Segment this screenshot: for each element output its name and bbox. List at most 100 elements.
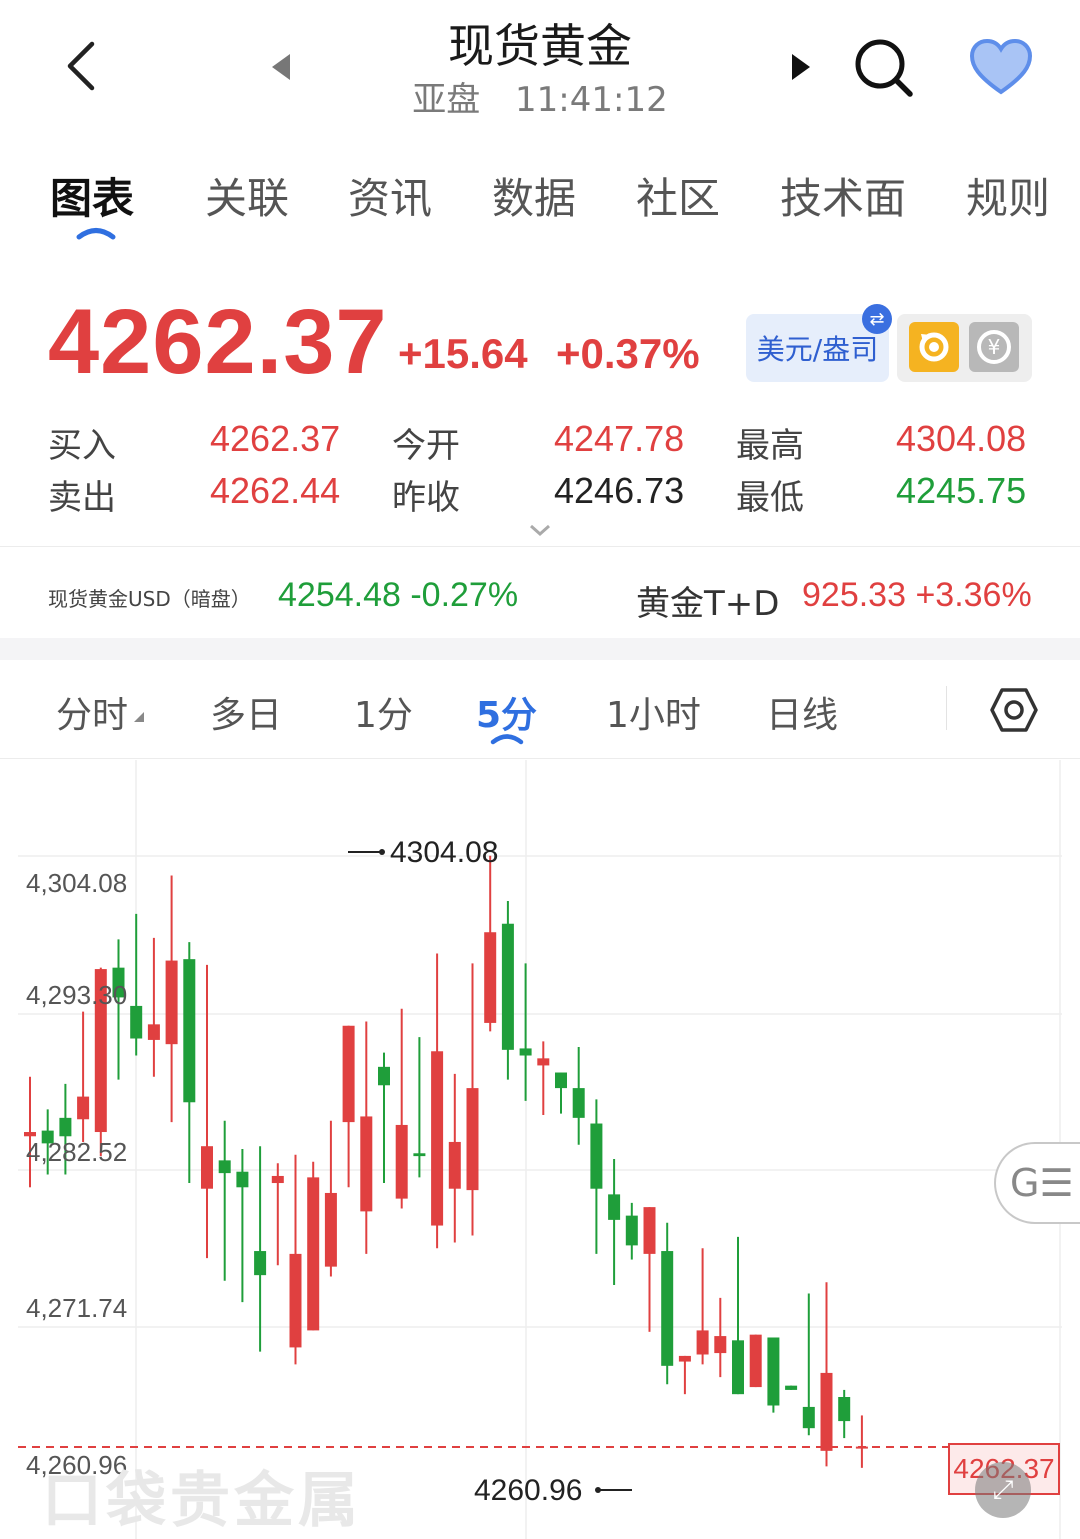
period-4[interactable]: 1小时 — [606, 686, 701, 738]
tab-2[interactable]: 资讯 — [348, 165, 432, 226]
candle-body — [183, 959, 196, 1103]
price-change: +15.64 — [398, 330, 528, 377]
candlestick-chart[interactable] — [0, 760, 1080, 1539]
candle-body — [342, 1025, 355, 1123]
related-right-label[interactable]: 黄金T+D — [636, 576, 779, 625]
related-right-value[interactable]: 925.33 +3.36% — [802, 576, 1032, 615]
high-marker-label: 4304.08 — [390, 836, 499, 869]
refresh-icon[interactable] — [909, 322, 959, 372]
ask-label: 卖出 — [48, 478, 116, 518]
candle-body — [749, 1334, 762, 1388]
active-period-indicator — [490, 730, 524, 749]
active-tab-indicator — [76, 224, 116, 244]
candle-body — [696, 1330, 709, 1355]
candle-body — [466, 1088, 479, 1191]
gold-tool-icon: G☰ — [1010, 1161, 1074, 1205]
candle-body — [501, 923, 514, 1050]
divider — [0, 546, 1080, 547]
candle-body — [165, 960, 178, 1045]
candle-body — [254, 1251, 267, 1276]
candle-body — [785, 1385, 798, 1390]
currency-convert-icon[interactable]: ¥ — [969, 322, 1019, 372]
candle-body — [732, 1340, 744, 1395]
tab-6[interactable]: 规则 — [966, 165, 1050, 226]
candle-body — [130, 1005, 143, 1039]
candle-body — [484, 932, 497, 1023]
candle-body — [625, 1215, 638, 1246]
open-label: 今开 — [392, 426, 460, 466]
candle-body — [519, 1048, 532, 1056]
period-0[interactable]: 分时 — [56, 686, 128, 738]
svg-text:¥: ¥ — [988, 335, 1001, 359]
candle-body — [24, 1132, 36, 1137]
low-marker-label: 4260.96 — [474, 1474, 583, 1507]
tab-5[interactable]: 技术面 — [780, 165, 906, 226]
related-left-label[interactable]: 现货黄金USD（暗盘） — [48, 583, 251, 612]
low-label: 最低 — [736, 478, 804, 518]
candle-body — [661, 1251, 674, 1366]
next-instrument-icon[interactable] — [790, 52, 812, 82]
tab-0[interactable]: 图表 — [50, 165, 134, 226]
search-icon[interactable] — [852, 36, 916, 100]
candle-body — [643, 1207, 656, 1254]
tab-4[interactable]: 社区 — [636, 165, 720, 226]
bid-label: 买入 — [48, 426, 116, 466]
candle-body — [324, 1192, 337, 1267]
candle-body — [714, 1336, 727, 1354]
bid-value: 4262.37 — [210, 418, 341, 459]
candle-body — [820, 1372, 833, 1451]
candle-body — [289, 1253, 302, 1348]
high-value: 4304.08 — [896, 418, 1027, 459]
candle-body — [608, 1194, 621, 1220]
candle-body — [395, 1124, 408, 1199]
gold-tool-button[interactable]: G☰ — [994, 1142, 1080, 1224]
y-axis-tick: 4,271.74 — [26, 1293, 128, 1323]
divider — [946, 686, 947, 730]
y-axis-tick: 4,293.30 — [26, 980, 128, 1010]
high-marker-dot — [379, 849, 385, 855]
candle-body — [767, 1337, 780, 1406]
candle-body — [555, 1072, 567, 1089]
candle-body — [537, 1058, 550, 1066]
session-status: 亚盘 11:41:12 — [0, 72, 1080, 121]
low-value: 4245.75 — [896, 470, 1027, 511]
favorite-heart-icon[interactable] — [968, 38, 1034, 96]
y-axis-tick: 4,282.52 — [26, 1137, 128, 1167]
candle-body — [413, 1153, 426, 1157]
chart-settings-icon[interactable] — [990, 686, 1038, 734]
candle-body — [59, 1117, 72, 1137]
candle-body — [307, 1177, 320, 1331]
candle-body — [590, 1123, 603, 1189]
candle-body — [236, 1171, 249, 1188]
section-gap — [0, 638, 1080, 660]
divider — [0, 758, 1080, 759]
candle-body — [201, 1146, 213, 1189]
candle-body — [572, 1088, 585, 1118]
fullscreen-icon[interactable]: ⤢ — [975, 1462, 1031, 1518]
watermark: 口袋贵金属 — [42, 1466, 362, 1536]
period-5[interactable]: 日线 — [766, 686, 838, 738]
ask-value: 4262.44 — [210, 470, 341, 511]
candle-body — [448, 1141, 461, 1189]
high-label: 最高 — [736, 426, 804, 466]
period-2[interactable]: 1分 — [354, 686, 413, 738]
candle-body — [431, 1051, 444, 1226]
prev-close-value: 4246.73 — [554, 470, 685, 511]
open-value: 4247.78 — [554, 418, 685, 459]
candle-body — [147, 1024, 160, 1040]
price-change-percent: +0.37% — [556, 330, 700, 377]
session-label: 亚盘 — [412, 80, 481, 120]
tab-3[interactable]: 数据 — [492, 165, 576, 226]
candle-body — [218, 1160, 231, 1174]
dropdown-triangle-icon — [133, 708, 145, 722]
candle-body — [378, 1066, 390, 1086]
tab-1[interactable]: 关联 — [205, 165, 289, 226]
related-left-value[interactable]: 4254.48 -0.27% — [278, 576, 518, 615]
period-1[interactable]: 多日 — [210, 686, 282, 738]
last-price: 4262.37 — [48, 291, 388, 393]
session-time: 11:41:12 — [515, 80, 668, 120]
candle-body — [271, 1175, 284, 1184]
page-title: 现货黄金 — [448, 19, 632, 73]
expand-chevron-icon[interactable] — [528, 522, 552, 537]
candle-body — [838, 1397, 851, 1422]
